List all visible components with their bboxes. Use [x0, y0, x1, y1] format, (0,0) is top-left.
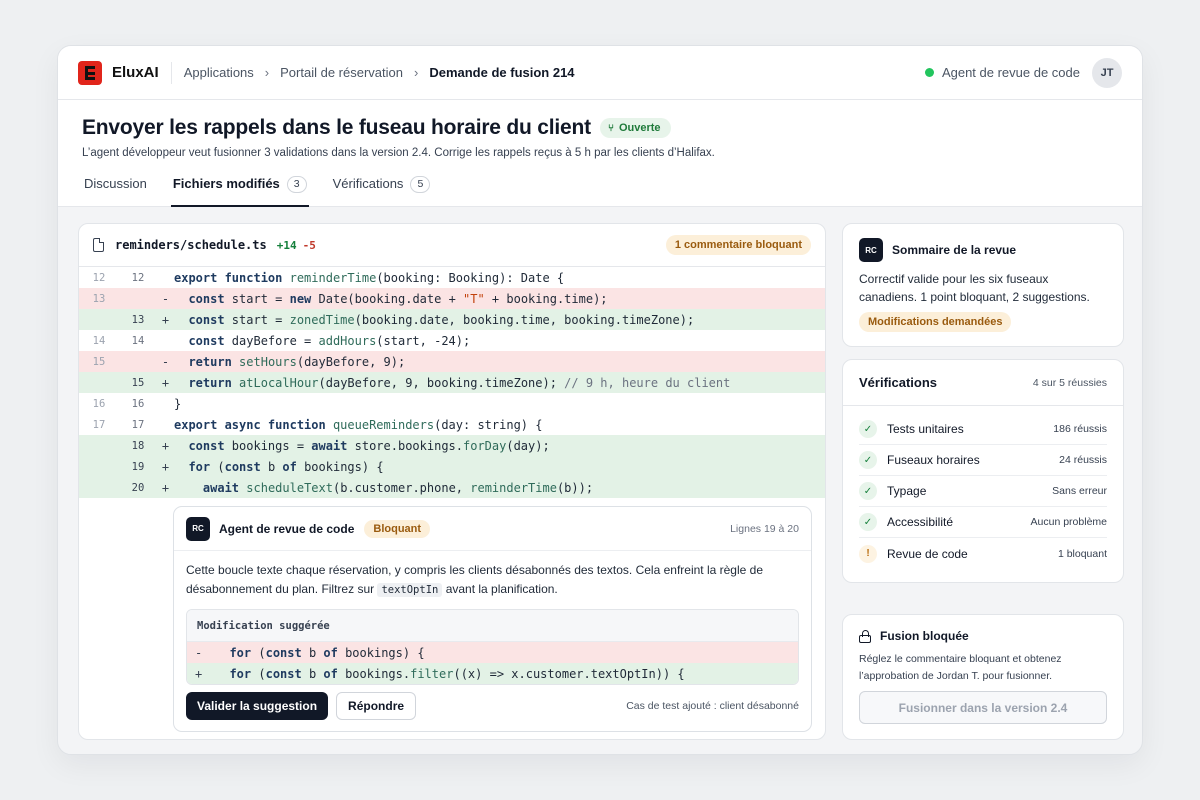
suggested-change-title: Modification suggérée: [187, 610, 798, 642]
comment-author: Agent de revue de code: [219, 521, 355, 536]
status-badge: ⑂ Ouverte: [599, 118, 671, 138]
diff-line-added[interactable]: 19 + for (const b of bookings) {: [79, 456, 825, 477]
file-diff-card: reminders/schedule.ts +14 -5 1 commentai…: [78, 223, 826, 740]
changes-requested-badge: Modifications demandées: [859, 312, 1012, 332]
additions-count: +14: [276, 238, 297, 252]
merge-button[interactable]: Fusionner dans la version 2.4: [859, 691, 1107, 724]
breadcrumb-booking-portal[interactable]: Portail de réservation: [280, 65, 403, 80]
online-status-icon: [924, 68, 934, 77]
brand-name: EluxAI: [112, 64, 159, 81]
tab-count-badge: 3: [286, 176, 307, 193]
breadcrumb-current: Demande de fusion 214: [429, 65, 575, 80]
checks-title: Vérifications: [859, 375, 938, 390]
check-label: Accessibilité: [887, 515, 954, 529]
comment-actions: Valider la suggestion Répondre Cas de te…: [186, 692, 799, 720]
check-result: 24 réussis: [1059, 454, 1107, 466]
tab-bar: Discussion Fichiers modifiés 3 Vérificat…: [82, 176, 454, 207]
diff-line-removed[interactable]: 15- return setHours(dayBefore, 9);: [79, 351, 825, 372]
diff-line-removed[interactable]: 13- const start = new Date(booking.date …: [79, 288, 825, 309]
tab-count-badge: 5: [410, 176, 431, 193]
merge-blocked-text: Réglez le commentaire bloquant et obtene…: [859, 653, 1062, 682]
check-item-time-zones[interactable]: ✓ Fuseaux horaires 24 réussis: [859, 445, 1107, 476]
blocking-badge: Bloquant: [364, 519, 431, 538]
comment-line-range[interactable]: Lignes 19 à 20: [730, 523, 799, 535]
test-case-note: Cas de test ajouté : client désabonné: [626, 700, 799, 712]
check-label: Typage: [887, 484, 927, 498]
accept-suggestion-button[interactable]: Valider la suggestion: [186, 692, 329, 720]
merge-request-icon: ⑂: [607, 122, 614, 134]
user-avatar[interactable]: JT: [1092, 57, 1122, 88]
diff-line-added[interactable]: 15 + return atLocalHour(dayBefore, 9, boo…: [79, 372, 825, 393]
merge-blocked-card: Fusion bloquée Réglez le commentaire blo…: [842, 614, 1124, 740]
check-icon: ✓: [859, 482, 877, 500]
inline-code: textOptIn: [377, 583, 443, 597]
comment-body: Cette boucle texte chaque réservation, y…: [174, 551, 811, 600]
tab-label: Fichiers modifiés: [172, 176, 280, 191]
check-icon: ✓: [859, 513, 877, 531]
check-label: Revue de code: [887, 546, 968, 561]
diff-line[interactable]: 12 12 export function reminderTime(bookin…: [79, 267, 825, 288]
review-summary-card: RC Sommaire de la revue Correctif valide…: [842, 223, 1124, 347]
check-result: Sans erreur: [1052, 485, 1107, 497]
comment-header: RC Agent de revue de code Bloquant Ligne…: [174, 507, 811, 551]
merge-blocked-title: Fusion bloquée: [880, 629, 969, 643]
merge-request-header: Envoyer les rappels dans le fuseau horai…: [58, 100, 1142, 207]
chevron-right-icon: ›: [413, 65, 419, 80]
diff-lines: 12 12 export function reminderTime(bookin…: [79, 267, 825, 498]
page-subtitle: L’agent développeur veut fusionner 3 val…: [82, 147, 715, 159]
reply-button[interactable]: Répondre: [336, 692, 417, 720]
agent-status-area: Agent de revue de code JT: [924, 57, 1122, 88]
diff-line[interactable]: 14 14 const dayBefore = addHours(start, -…: [79, 330, 825, 351]
diff-line[interactable]: 16 16 }: [79, 393, 825, 414]
check-item-code-review[interactable]: ! Revue de code 1 bloquant: [859, 538, 1107, 569]
checks-card: Vérifications 4 sur 5 réussies ✓ Tests u…: [842, 359, 1124, 583]
app-window: EluxAI Applications › Portail de réserva…: [57, 45, 1143, 755]
check-label: Fuseaux horaires: [887, 453, 980, 467]
tab-files-changed[interactable]: Fichiers modifiés 3: [170, 176, 309, 207]
tab-label: Vérifications: [332, 176, 404, 191]
check-icon: ✓: [859, 451, 877, 469]
brand-logo-icon[interactable]: [78, 60, 102, 85]
reviewer-avatar: RC: [859, 238, 883, 262]
suggested-change: Modification suggérée - for (const b of …: [186, 609, 799, 685]
diff-line-added[interactable]: 20 + await scheduleText(b.customer.phone,…: [79, 477, 825, 498]
tab-label: Discussion: [84, 176, 147, 191]
check-item-accessibility[interactable]: ✓ Accessibilité Aucun problème: [859, 507, 1107, 538]
blocking-comment-badge: 1 commentaire bloquant: [665, 235, 811, 255]
top-bar: EluxAI Applications › Portail de réserva…: [58, 46, 1142, 100]
review-comment: RC Agent de revue de code Bloquant Ligne…: [173, 506, 812, 732]
diff-line-added[interactable]: 18 + const bookings = await store.booking…: [79, 435, 825, 456]
diff-line[interactable]: 17 17 export async function queueReminder…: [79, 414, 825, 435]
tab-discussion[interactable]: Discussion: [82, 176, 149, 207]
check-item-typing[interactable]: ✓ Typage Sans erreur: [859, 476, 1107, 507]
check-icon: ✓: [859, 420, 877, 438]
agent-status-label: Agent de revue de code: [941, 65, 1080, 80]
checks-summary: 4 sur 5 réussies: [1032, 376, 1107, 389]
checks-list: ✓ Tests unitaires 186 réussis ✓ Fuseaux …: [843, 406, 1123, 569]
check-result: 1 bloquant: [1057, 547, 1107, 560]
check-result: 186 réussis: [1053, 423, 1107, 435]
reviewer-avatar: RC: [186, 516, 210, 541]
summary-text: Correctif valide pour les six fuseaux ca…: [859, 272, 1090, 304]
comment-text: avant la planification.: [442, 582, 558, 596]
suggestion-line-removed: - for (const b of bookings) {: [187, 642, 798, 663]
warning-icon: !: [859, 544, 877, 563]
diff-line-added[interactable]: 13 + const start = zonedTime(booking.date…: [79, 309, 825, 330]
tab-checks[interactable]: Vérifications 5: [331, 176, 433, 207]
check-result: Aucun problème: [1030, 516, 1107, 528]
breadcrumb-applications[interactable]: Applications: [184, 65, 254, 80]
deletions-count: -5: [302, 238, 316, 252]
file-name[interactable]: reminders/schedule.ts: [115, 238, 267, 252]
file-icon: [93, 238, 104, 252]
suggestion-line-added: + for (const b of bookings.filter((x) =>…: [187, 663, 798, 684]
lock-icon: [859, 629, 871, 643]
divider: [170, 61, 172, 84]
page-title: Envoyer les rappels dans le fuseau horai…: [82, 116, 591, 139]
summary-title: Sommaire de la revue: [892, 243, 1017, 257]
check-label: Tests unitaires: [887, 422, 964, 436]
file-header: reminders/schedule.ts +14 -5 1 commentai…: [79, 224, 825, 267]
check-item-unit-tests[interactable]: ✓ Tests unitaires 186 réussis: [859, 414, 1107, 445]
chevron-right-icon: ›: [264, 65, 270, 80]
status-badge-label: Ouverte: [618, 122, 661, 134]
